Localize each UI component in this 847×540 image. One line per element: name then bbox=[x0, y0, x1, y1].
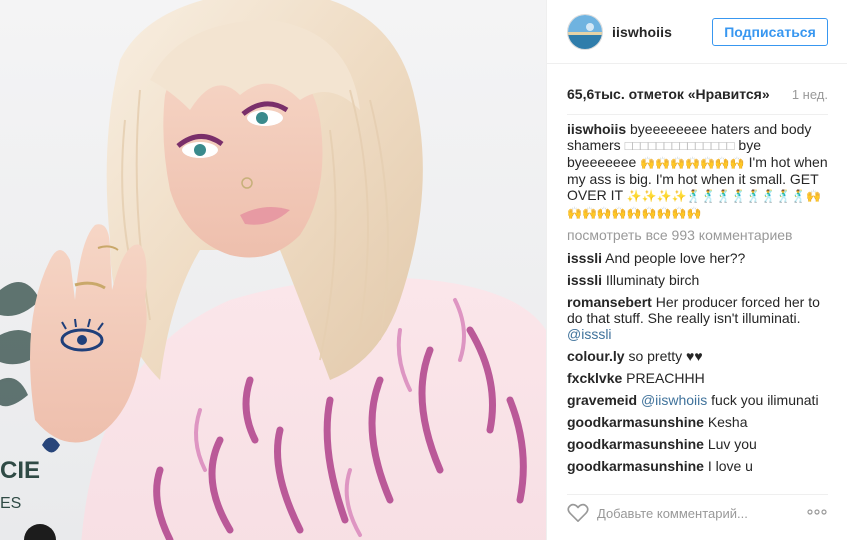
comment-item: isssli Illuminaty birch bbox=[567, 272, 828, 288]
post-caption: iiswhoiis byeeeeeeee haters and body sha… bbox=[567, 121, 828, 221]
comment-text: And people love her?? bbox=[605, 250, 746, 266]
comment-item: goodkarmasunshine Kesha bbox=[567, 414, 828, 430]
avatar[interactable] bbox=[567, 14, 603, 50]
comment-item: isssli And people love her?? bbox=[567, 250, 828, 266]
comment-mention[interactable]: @iiswhoiis bbox=[641, 392, 707, 408]
backdrop-text-2: ES bbox=[0, 495, 21, 512]
post-meta: 65,6тыс. отметок «Нравится» 1 нед. bbox=[567, 86, 828, 104]
post-photo-image: CIE ES bbox=[0, 0, 546, 540]
heart-outline-icon[interactable] bbox=[567, 503, 589, 523]
comment-username[interactable]: romansebert bbox=[567, 294, 652, 310]
comment-item: romansebert Her producer forced her to d… bbox=[567, 294, 828, 342]
caption-boxes: □□□□□□□□□□□□□□ bbox=[624, 138, 735, 153]
follow-button[interactable]: Подписаться bbox=[712, 18, 828, 46]
comment-text: so pretty ♥♥ bbox=[628, 348, 703, 364]
comment-text: fuck you ilimunati bbox=[711, 392, 819, 408]
likes-count[interactable]: 65,6тыс. отметок «Нравится» bbox=[567, 86, 770, 102]
comment-text: Kesha bbox=[707, 414, 748, 430]
comment-username[interactable]: goodkarmasunshine bbox=[567, 414, 704, 430]
comment-username[interactable]: gravemeid bbox=[567, 392, 637, 408]
comment-text: Illuminaty birch bbox=[605, 272, 700, 288]
post-sidebar: iiswhoiis Подписаться 65,6тыс. отметок «… bbox=[546, 0, 847, 540]
view-all-comments-link[interactable]: посмотреть все 993 комментариев bbox=[567, 227, 828, 243]
avatar-image bbox=[568, 15, 602, 49]
comment-text: Luv you bbox=[707, 436, 757, 452]
caption-emoji-1: 🙌🙌🙌🙌🙌🙌🙌 bbox=[640, 156, 745, 170]
comment-item: gravemeid @iiswhoiis fuck you ilimunati bbox=[567, 392, 828, 408]
post-photo[interactable]: CIE ES bbox=[0, 0, 546, 540]
comment-username[interactable]: isssli bbox=[567, 250, 602, 266]
comment-username[interactable]: goodkarmasunshine bbox=[567, 436, 704, 452]
comment-username[interactable]: fxcklvke bbox=[567, 370, 622, 386]
post-username[interactable]: iiswhoiis bbox=[612, 24, 672, 40]
comment-item: goodkarmasunshine I love u bbox=[567, 458, 828, 474]
comment-username[interactable]: goodkarmasunshine bbox=[567, 458, 704, 474]
comment-text: PREACHHH bbox=[626, 370, 705, 386]
add-comment-bar bbox=[567, 494, 828, 528]
comment-mention[interactable]: @isssli bbox=[567, 326, 612, 342]
comment-input[interactable] bbox=[597, 504, 797, 522]
comment-item: colour.ly so pretty ♥♥ bbox=[567, 348, 828, 364]
post-timestamp[interactable]: 1 нед. bbox=[792, 87, 828, 102]
backdrop-text-1: CIE bbox=[0, 457, 40, 484]
caption-username[interactable]: iiswhoiis bbox=[567, 121, 626, 137]
post-header: iiswhoiis Подписаться bbox=[547, 0, 847, 64]
comment-item: goodkarmasunshine Luv you bbox=[567, 436, 828, 452]
comment-username[interactable]: colour.ly bbox=[567, 348, 625, 364]
comment-text: I love u bbox=[707, 458, 753, 474]
more-dots-icon[interactable] bbox=[806, 508, 828, 516]
divider bbox=[567, 114, 828, 115]
comment-username[interactable]: isssli bbox=[567, 272, 602, 288]
comments-list: iiswhoiis byeeeeeeee haters and body sha… bbox=[567, 121, 828, 481]
comment-item: fxcklvke PREACHHH bbox=[567, 370, 828, 386]
